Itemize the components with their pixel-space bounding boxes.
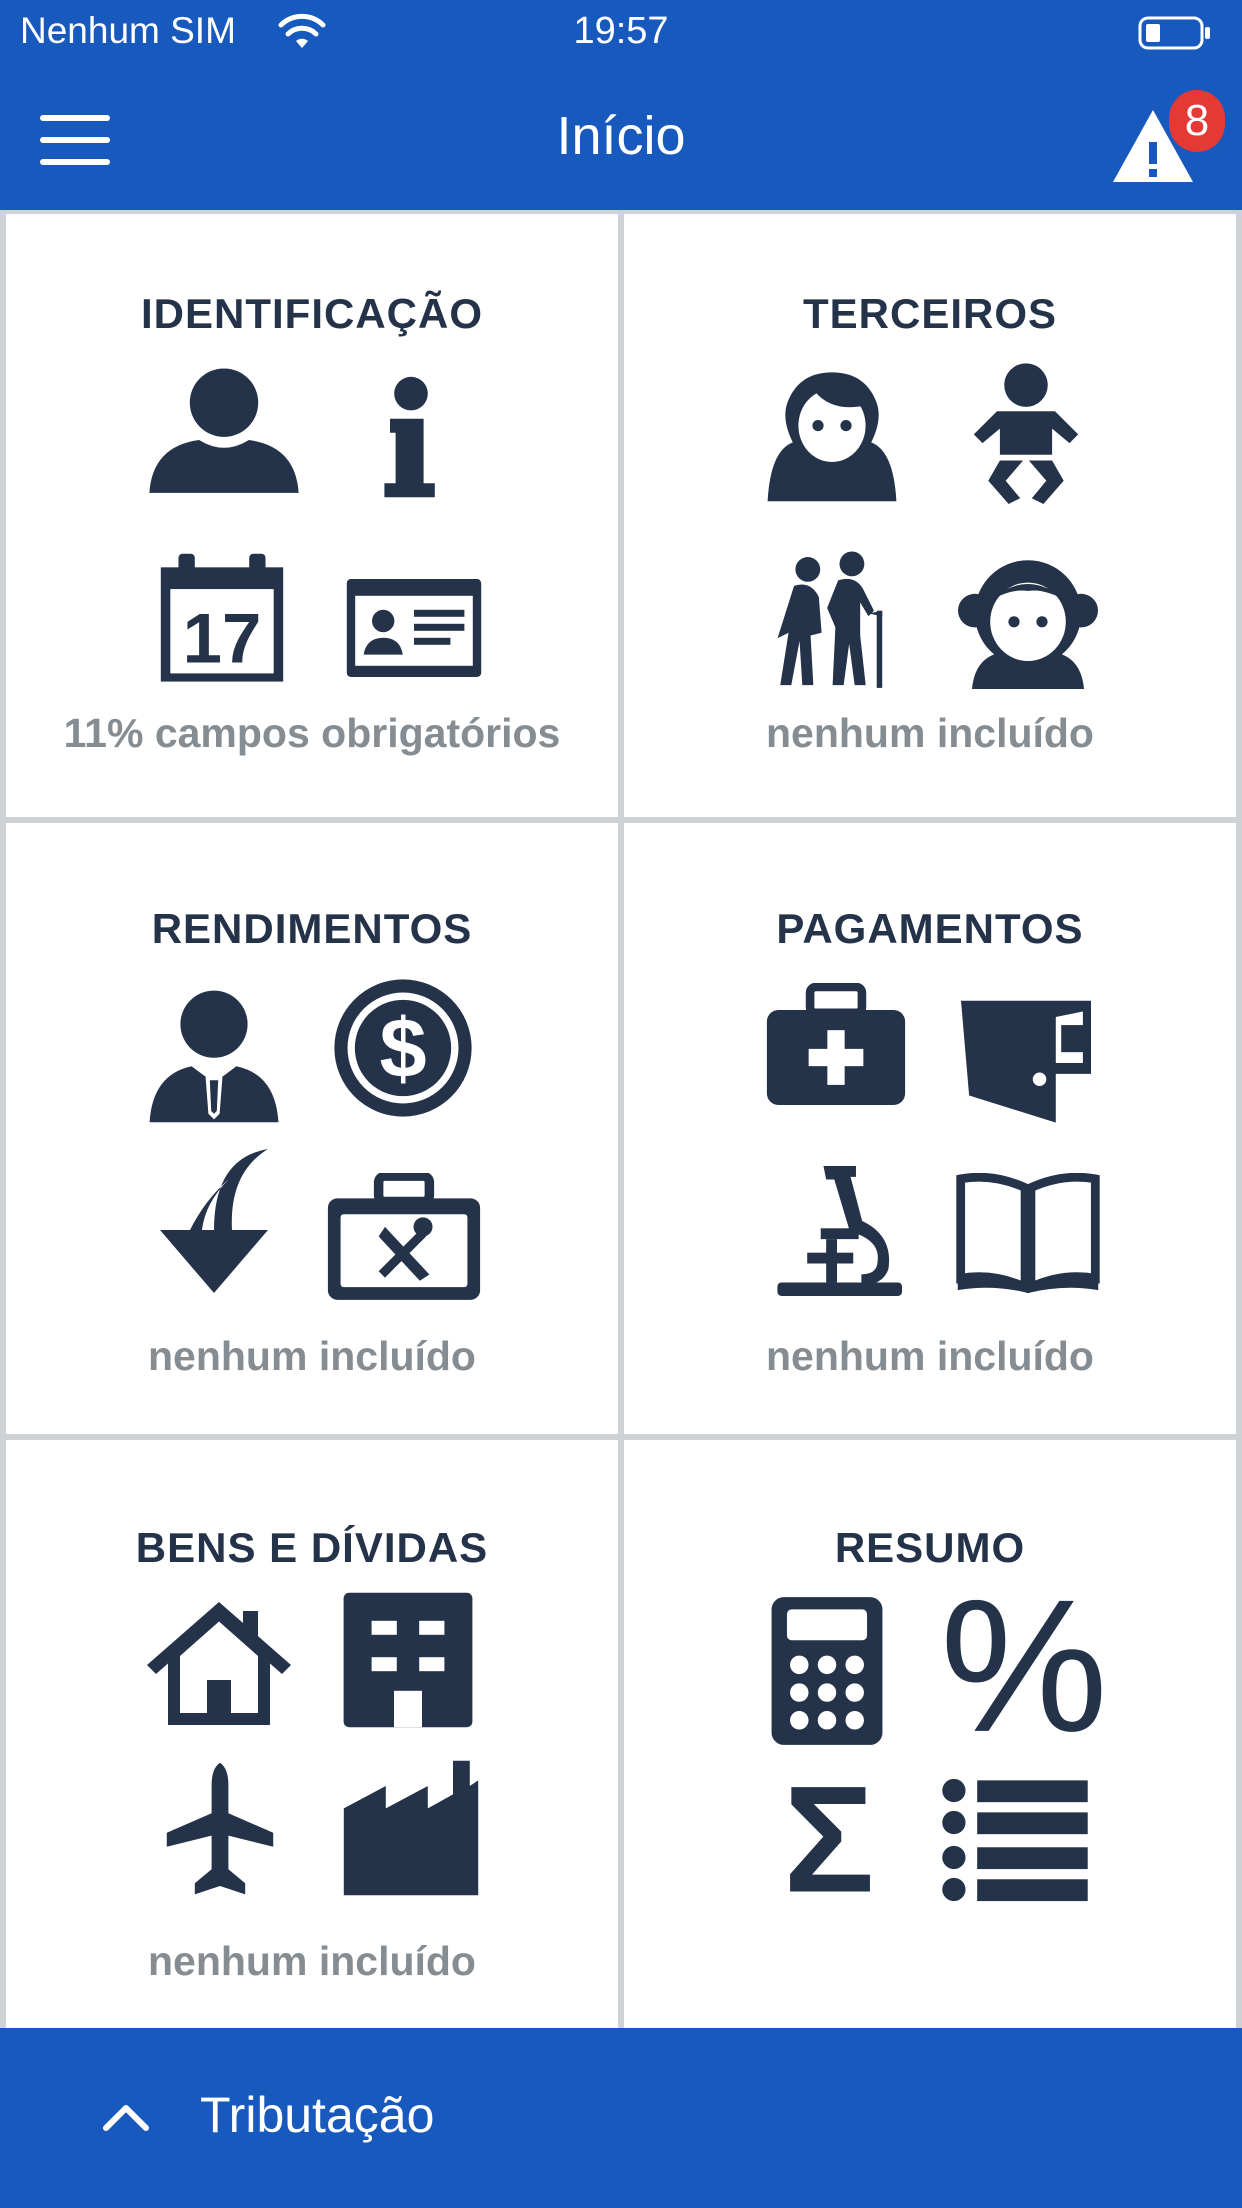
- employee-icon: [144, 985, 284, 1125]
- income-arrow-icon: [154, 1146, 274, 1296]
- tile-title: TERCEIROS: [802, 290, 1058, 337]
- calculator-icon: [768, 1594, 886, 1748]
- medical-kit-icon: [764, 983, 908, 1109]
- tile-identificacao[interactable]: IDENTIFICAÇÃO 17 11% campos obrigatórios: [6, 214, 618, 817]
- percent-icon: %: [944, 1590, 1104, 1750]
- factory-icon: [340, 1758, 482, 1898]
- info-icon: [376, 374, 446, 500]
- svg-text:$: $: [379, 1000, 426, 1095]
- bottom-sheet-handle[interactable]: Tributação: [0, 2028, 1242, 2208]
- toolbox-icon: [324, 1173, 484, 1303]
- airplane-icon: [164, 1760, 276, 1900]
- sigma-symbol: Σ: [783, 1770, 874, 1910]
- alert-count-badge: 8: [1169, 90, 1225, 152]
- tile-title: PAGAMENTOS: [776, 905, 1084, 952]
- tile-pagamentos[interactable]: PAGAMENTOS nenhum incluído: [624, 823, 1236, 1434]
- microscope-icon: [772, 1163, 902, 1299]
- tile-title: RENDIMENTOS: [151, 905, 473, 952]
- top-app-bar: Nenhum SIM 19:57 Início 8: [0, 0, 1242, 210]
- tile-bens-e-dividas[interactable]: BENS E DÍVIDAS nenhum incluído: [6, 1440, 618, 2028]
- wallet-icon: [958, 998, 1094, 1128]
- battery-icon: [1138, 16, 1210, 50]
- calendar-icon: 17: [154, 549, 290, 689]
- tile-status: nenhum incluído: [766, 1333, 1094, 1379]
- sigma-icon: Σ: [768, 1770, 890, 1910]
- bottom-bar-label: Tributação: [200, 2087, 435, 2143]
- id-card-icon: [344, 576, 484, 680]
- tile-title: BENS E DÍVIDAS: [135, 1524, 489, 1571]
- tile-status: nenhum incluído: [766, 710, 1094, 756]
- navigation-bar: Início 8: [0, 70, 1242, 210]
- girl-icon: [954, 549, 1102, 689]
- percent-symbol: %: [944, 1590, 1104, 1750]
- alerts-button[interactable]: 8: [1105, 90, 1225, 200]
- status-bar: Nenhum SIM 19:57: [0, 0, 1242, 70]
- person-icon: [144, 356, 304, 496]
- tile-resumo[interactable]: RESUMO % Σ: [624, 1440, 1236, 2028]
- tile-status: nenhum incluído: [148, 1938, 476, 1984]
- page-title: Início: [556, 106, 686, 166]
- tile-rendimentos[interactable]: RENDIMENTOS $ nenhum incluído: [6, 823, 618, 1434]
- calendar-day: 17: [183, 599, 262, 678]
- chevron-up-icon: [103, 2105, 149, 2131]
- woman-icon: [762, 364, 902, 504]
- baby-icon: [966, 359, 1086, 504]
- tile-title: RESUMO: [834, 1524, 1026, 1571]
- dollar-coin-icon: $: [330, 975, 476, 1121]
- tile-title: IDENTIFICAÇÃO: [141, 290, 483, 337]
- open-book-icon: [954, 1173, 1102, 1293]
- list-icon: [942, 1776, 1088, 1904]
- tile-status: nenhum incluído: [148, 1333, 476, 1379]
- elderly-couple-icon: [772, 549, 896, 689]
- menu-grid: IDENTIFICAÇÃO 17 11% campos obrigatórios…: [0, 210, 1242, 2028]
- status-time: 19:57: [573, 10, 669, 52]
- tile-terceiros[interactable]: TERCEIROS nenhum incluído: [624, 214, 1236, 817]
- tile-status: 11% campos obrigatórios: [63, 710, 561, 756]
- house-icon: [144, 1596, 294, 1728]
- building-icon: [340, 1590, 476, 1730]
